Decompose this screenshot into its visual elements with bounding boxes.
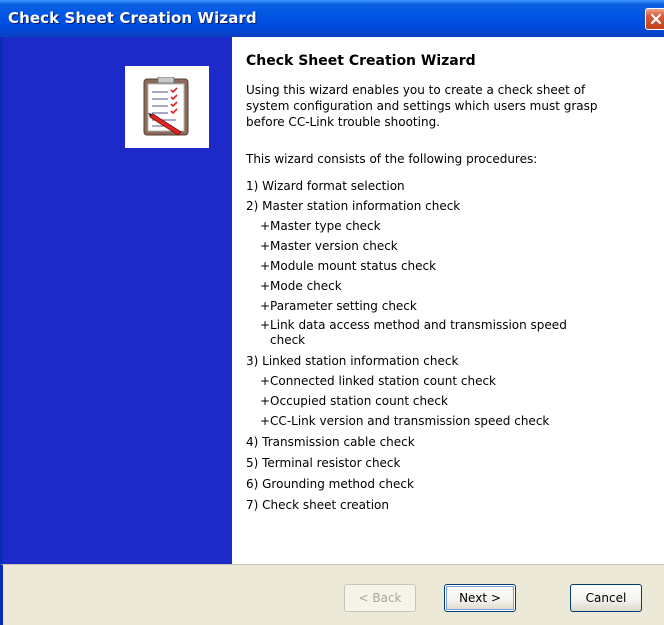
procedures-subtitle: This wizard consists of the following pr… <box>246 152 538 166</box>
substep-master-version: +Master version check <box>260 239 398 253</box>
clipboard-checklist-icon <box>143 77 189 136</box>
substep-parameter-setting: +Parameter setting check <box>260 299 417 313</box>
step-7: 7) Check sheet creation <box>246 498 389 512</box>
step-6: 6) Grounding method check <box>246 477 414 491</box>
step-2: 2) Master station information check <box>246 199 461 213</box>
page-title: Check Sheet Creation Wizard <box>246 53 476 69</box>
button-bar <box>0 564 664 625</box>
wizard-icon-frame <box>125 66 209 148</box>
substep-module-mount: +Module mount status check <box>260 259 437 273</box>
step-4: 4) Transmission cable check <box>246 435 415 449</box>
substep-link-data-access: +Link data access method and transmissio… <box>246 316 646 351</box>
step-3: 3) Linked station information check <box>246 354 459 368</box>
substep-mode: +Mode check <box>260 279 342 293</box>
cancel-button[interactable]: Cancel <box>570 584 642 612</box>
wizard-window: Check Sheet Creation Wizard Check Sheet … <box>0 0 664 625</box>
substep-master-type: +Master type check <box>260 219 381 233</box>
wizard-side-panel <box>0 37 232 564</box>
step-5: 5) Terminal resistor check <box>246 456 401 470</box>
close-button[interactable] <box>645 8 664 30</box>
window-title: Check Sheet Creation Wizard <box>8 9 257 27</box>
procedure-list: 1) Wizard format selection 2) Master sta… <box>246 176 646 515</box>
next-button[interactable]: Next > <box>444 584 516 612</box>
close-icon <box>650 13 662 25</box>
substep-occupied-count: +Occupied station count check <box>260 394 448 408</box>
back-button[interactable]: < Back <box>344 584 416 612</box>
substep-connected-count: +Connected linked station count check <box>260 374 497 388</box>
substep-link-data-access-line1: +Link data access method and transmissio… <box>260 318 567 332</box>
title-bar[interactable]: Check Sheet Creation Wizard <box>0 0 664 37</box>
substep-link-data-access-line2: check <box>270 333 306 347</box>
wizard-content: Check Sheet Creation Wizard Using this w… <box>232 37 664 564</box>
intro-text: Using this wizard enables you to create … <box>246 83 598 129</box>
step-1: 1) Wizard format selection <box>246 179 405 193</box>
substep-cclink-version: +CC-Link version and transmission speed … <box>260 414 550 428</box>
